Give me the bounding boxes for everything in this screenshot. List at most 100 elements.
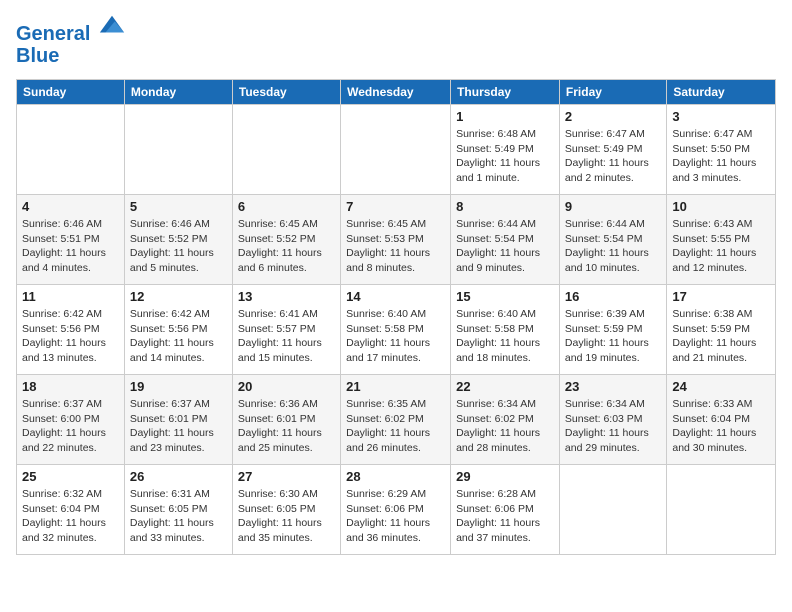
day-number: 2 bbox=[565, 109, 661, 124]
calendar-cell-w4-d6 bbox=[667, 465, 776, 555]
day-detail: Sunrise: 6:45 AM Sunset: 5:52 PM Dayligh… bbox=[238, 217, 335, 276]
day-detail: Sunrise: 6:28 AM Sunset: 6:06 PM Dayligh… bbox=[456, 487, 554, 546]
day-number: 1 bbox=[456, 109, 554, 124]
calendar-cell-w1-d1: 5Sunrise: 6:46 AM Sunset: 5:52 PM Daylig… bbox=[124, 195, 232, 285]
logo-general: General bbox=[16, 23, 90, 45]
day-number: 27 bbox=[238, 469, 335, 484]
logo-icon bbox=[98, 12, 126, 40]
day-detail: Sunrise: 6:32 AM Sunset: 6:04 PM Dayligh… bbox=[22, 487, 119, 546]
calendar-cell-w1-d4: 8 Sunrise: 6:44 AM Sunset: 5:54 PM Daylig… bbox=[451, 195, 560, 285]
day-number: 9 bbox=[565, 199, 661, 214]
day-number: 29 bbox=[456, 469, 554, 484]
day-number: 16 bbox=[565, 289, 661, 304]
day-number: 6 bbox=[238, 199, 335, 214]
day-detail: Sunrise: 6:34 AM Sunset: 6:03 PM Dayligh… bbox=[565, 397, 661, 456]
calendar-cell-w4-d2: 27 Sunrise: 6:30 AM Sunset: 6:05 PM Dayli… bbox=[232, 465, 340, 555]
calendar-cell-w0-d2 bbox=[232, 105, 340, 195]
calendar-cell-w4-d3: 28 Sunrise: 6:29 AM Sunset: 6:06 PM Dayli… bbox=[341, 465, 451, 555]
calendar-cell-w0-d3 bbox=[341, 105, 451, 195]
calendar-cell-w2-d0: 11 Sunrise: 6:42 AM Sunset: 5:56 PM Dayli… bbox=[17, 285, 125, 375]
day-number: 8 bbox=[456, 199, 554, 214]
day-number: 24 bbox=[672, 379, 770, 394]
day-number: 3 bbox=[672, 109, 770, 124]
day-number: 20 bbox=[238, 379, 335, 394]
day-detail: Sunrise: 6:30 AM Sunset: 6:05 PM Dayligh… bbox=[238, 487, 335, 546]
calendar-cell-w2-d6: 17 Sunrise: 6:38 AM Sunset: 5:59 PM Dayli… bbox=[667, 285, 776, 375]
day-detail: Sunrise: 6:47 AM Sunset: 5:49 PM Dayligh… bbox=[565, 127, 661, 186]
day-detail: Sunrise: 6:44 AM Sunset: 5:54 PM Dayligh… bbox=[565, 217, 661, 276]
day-detail: Sunrise: 6:45 AM Sunset: 5:53 PM Dayligh… bbox=[346, 217, 445, 276]
calendar-cell-w1-d5: 9 Sunrise: 6:44 AM Sunset: 5:54 PM Daylig… bbox=[559, 195, 666, 285]
calendar-table: SundayMondayTuesdayWednesdayThursdayFrid… bbox=[16, 79, 776, 555]
calendar-cell-w3-d0: 18 Sunrise: 6:37 AM Sunset: 6:00 PM Dayli… bbox=[17, 375, 125, 465]
day-detail: Sunrise: 6:40 AM Sunset: 5:58 PM Dayligh… bbox=[346, 307, 445, 366]
calendar-cell-w4-d0: 25 Sunrise: 6:32 AM Sunset: 6:04 PM Dayli… bbox=[17, 465, 125, 555]
page-header: General Blue bbox=[16, 16, 776, 67]
day-detail: Sunrise: 6:31 AM Sunset: 6:05 PM Dayligh… bbox=[130, 487, 227, 546]
day-detail: Sunrise: 6:36 AM Sunset: 6:01 PM Dayligh… bbox=[238, 397, 335, 456]
calendar-cell-w1-d6: 10 Sunrise: 6:43 AM Sunset: 5:55 PM Dayli… bbox=[667, 195, 776, 285]
day-number: 7 bbox=[346, 199, 445, 214]
calendar-cell-w2-d3: 14 Sunrise: 6:40 AM Sunset: 5:58 PM Dayli… bbox=[341, 285, 451, 375]
calendar-cell-w3-d1: 19 Sunrise: 6:37 AM Sunset: 6:01 PM Dayli… bbox=[124, 375, 232, 465]
day-detail: Sunrise: 6:46 AM Sunset: 5:51 PM Dayligh… bbox=[22, 217, 119, 276]
weekday-header-sunday: Sunday bbox=[17, 80, 125, 105]
day-detail: Sunrise: 6:33 AM Sunset: 6:04 PM Dayligh… bbox=[672, 397, 770, 456]
calendar-cell-w3-d4: 22Sunrise: 6:34 AM Sunset: 6:02 PM Dayli… bbox=[451, 375, 560, 465]
calendar-cell-w2-d5: 16 Sunrise: 6:39 AM Sunset: 5:59 PM Dayli… bbox=[559, 285, 666, 375]
calendar-cell-w1-d2: 6 Sunrise: 6:45 AM Sunset: 5:52 PM Daylig… bbox=[232, 195, 340, 285]
weekday-header-thursday: Thursday bbox=[451, 80, 560, 105]
day-detail: Sunrise: 6:39 AM Sunset: 5:59 PM Dayligh… bbox=[565, 307, 661, 366]
weekday-header-wednesday: Wednesday bbox=[341, 80, 451, 105]
calendar-cell-w3-d3: 21 Sunrise: 6:35 AM Sunset: 6:02 PM Dayli… bbox=[341, 375, 451, 465]
day-detail: Sunrise: 6:42 AM Sunset: 5:56 PM Dayligh… bbox=[130, 307, 227, 366]
day-number: 23 bbox=[565, 379, 661, 394]
day-detail: Sunrise: 6:41 AM Sunset: 5:57 PM Dayligh… bbox=[238, 307, 335, 366]
day-number: 4 bbox=[22, 199, 119, 214]
calendar-cell-w2-d2: 13 Sunrise: 6:41 AM Sunset: 5:57 PM Dayli… bbox=[232, 285, 340, 375]
calendar-cell-w1-d0: 4 Sunrise: 6:46 AM Sunset: 5:51 PM Daylig… bbox=[17, 195, 125, 285]
day-number: 22 bbox=[456, 379, 554, 394]
calendar-cell-w3-d2: 20 Sunrise: 6:36 AM Sunset: 6:01 PM Dayli… bbox=[232, 375, 340, 465]
day-number: 11 bbox=[22, 289, 119, 304]
calendar-cell-w0-d5: 2 Sunrise: 6:47 AM Sunset: 5:49 PM Daylig… bbox=[559, 105, 666, 195]
day-detail: Sunrise: 6:42 AM Sunset: 5:56 PM Dayligh… bbox=[22, 307, 119, 366]
weekday-header-saturday: Saturday bbox=[667, 80, 776, 105]
day-number: 17 bbox=[672, 289, 770, 304]
day-number: 25 bbox=[22, 469, 119, 484]
day-number: 5 bbox=[130, 199, 227, 214]
day-detail: Sunrise: 6:35 AM Sunset: 6:02 PM Dayligh… bbox=[346, 397, 445, 456]
day-detail: Sunrise: 6:37 AM Sunset: 6:00 PM Dayligh… bbox=[22, 397, 119, 456]
weekday-header-friday: Friday bbox=[559, 80, 666, 105]
day-detail: Sunrise: 6:38 AM Sunset: 5:59 PM Dayligh… bbox=[672, 307, 770, 366]
day-detail: Sunrise: 6:47 AM Sunset: 5:50 PM Dayligh… bbox=[672, 127, 770, 186]
calendar-cell-w4-d1: 26 Sunrise: 6:31 AM Sunset: 6:05 PM Dayli… bbox=[124, 465, 232, 555]
day-detail: Sunrise: 6:29 AM Sunset: 6:06 PM Dayligh… bbox=[346, 487, 445, 546]
logo-blue: Blue bbox=[16, 45, 126, 67]
day-number: 18 bbox=[22, 379, 119, 394]
calendar-cell-w3-d6: 24 Sunrise: 6:33 AM Sunset: 6:04 PM Dayli… bbox=[667, 375, 776, 465]
calendar-cell-w2-d4: 15Sunrise: 6:40 AM Sunset: 5:58 PM Dayli… bbox=[451, 285, 560, 375]
day-detail: Sunrise: 6:37 AM Sunset: 6:01 PM Dayligh… bbox=[130, 397, 227, 456]
calendar-cell-w0-d1 bbox=[124, 105, 232, 195]
calendar-cell-w0-d6: 3 Sunrise: 6:47 AM Sunset: 5:50 PM Daylig… bbox=[667, 105, 776, 195]
calendar-cell-w4-d4: 29 Sunrise: 6:28 AM Sunset: 6:06 PM Dayli… bbox=[451, 465, 560, 555]
day-number: 13 bbox=[238, 289, 335, 304]
calendar-cell-w4-d5 bbox=[559, 465, 666, 555]
day-number: 12 bbox=[130, 289, 227, 304]
day-detail: Sunrise: 6:48 AM Sunset: 5:49 PM Dayligh… bbox=[456, 127, 554, 186]
day-number: 10 bbox=[672, 199, 770, 214]
day-detail: Sunrise: 6:40 AM Sunset: 5:58 PM Dayligh… bbox=[456, 307, 554, 366]
day-number: 26 bbox=[130, 469, 227, 484]
day-number: 14 bbox=[346, 289, 445, 304]
day-number: 19 bbox=[130, 379, 227, 394]
calendar-cell-w0-d0 bbox=[17, 105, 125, 195]
day-detail: Sunrise: 6:43 AM Sunset: 5:55 PM Dayligh… bbox=[672, 217, 770, 276]
logo: General Blue bbox=[16, 16, 126, 67]
day-number: 28 bbox=[346, 469, 445, 484]
day-detail: Sunrise: 6:44 AM Sunset: 5:54 PM Dayligh… bbox=[456, 217, 554, 276]
weekday-header-monday: Monday bbox=[124, 80, 232, 105]
day-number: 21 bbox=[346, 379, 445, 394]
calendar-cell-w0-d4: 1 Sunrise: 6:48 AM Sunset: 5:49 PM Daylig… bbox=[451, 105, 560, 195]
calendar-cell-w1-d3: 7 Sunrise: 6:45 AM Sunset: 5:53 PM Daylig… bbox=[341, 195, 451, 285]
